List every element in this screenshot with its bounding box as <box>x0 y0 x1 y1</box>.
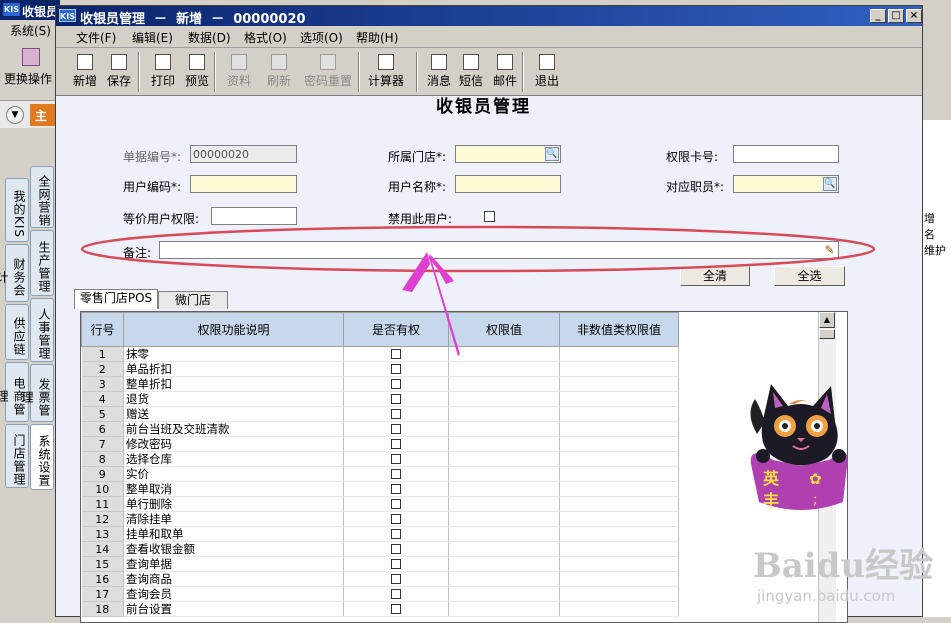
annotation-overlay <box>80 225 876 356</box>
pointer-arrow <box>428 254 460 356</box>
highlight-ellipse <box>80 225 876 273</box>
